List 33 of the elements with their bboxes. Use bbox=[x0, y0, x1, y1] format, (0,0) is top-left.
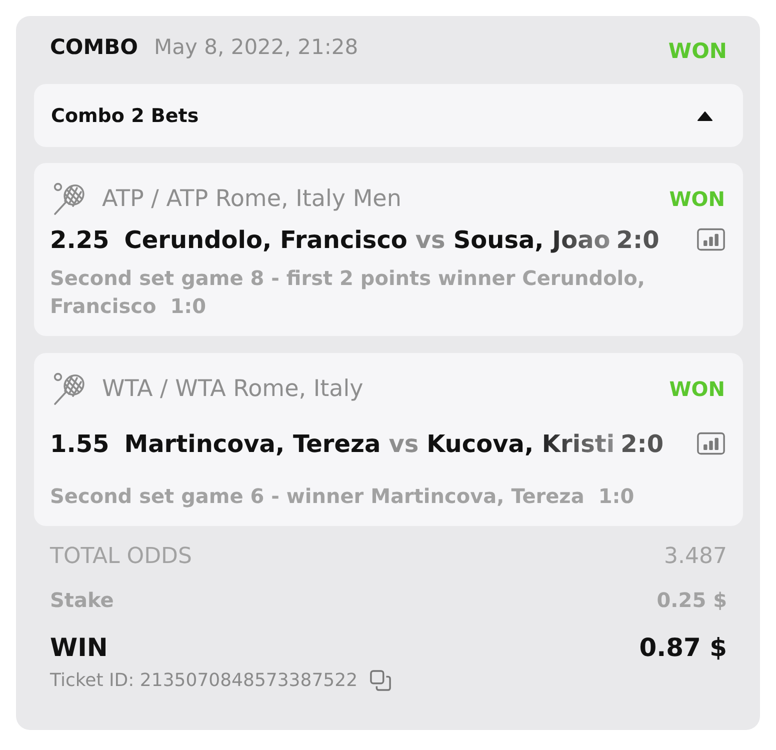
bet-odds: 1.55 bbox=[50, 430, 110, 458]
team-name: Kucova, Kristi bbox=[426, 430, 615, 458]
tennis-racket-icon bbox=[53, 372, 87, 406]
total-value: 0.87 $ bbox=[639, 632, 727, 662]
team-name: Cerundolo, Francisco bbox=[124, 226, 408, 254]
league-name: ATP / ATP Rome, Italy Men bbox=[102, 186, 402, 212]
caret-icon bbox=[697, 110, 713, 120]
match-score: 2:0 bbox=[616, 226, 660, 254]
league-name: WTA / WTA Rome, Italy bbox=[102, 376, 364, 402]
total-value: 3.487 bbox=[664, 544, 727, 568]
team-name: Sousa, Joao bbox=[453, 226, 610, 254]
bet-date: May 8, 2022, 21:28 bbox=[154, 35, 358, 59]
bet-market: Second set game 8 - first 2 points winner Cerundolo, Francisco 1:0 bbox=[50, 265, 646, 320]
bar-chart-icon[interactable] bbox=[697, 432, 725, 455]
bet-odds: 2.25 bbox=[50, 226, 110, 254]
bar-chart-icon[interactable] bbox=[697, 228, 725, 251]
total-label: WIN bbox=[50, 632, 108, 662]
bet-status: WON bbox=[668, 39, 727, 63]
bet-type-label: COMBO bbox=[50, 35, 138, 59]
total-value: 0.25 $ bbox=[656, 588, 727, 612]
tennis-racket-icon bbox=[53, 182, 87, 216]
bet-market: Second set game 6 - winner Martincova, Tereza 1:0 bbox=[50, 483, 636, 510]
match-score: 2:0 bbox=[620, 430, 664, 458]
ticket-id: Ticket ID: 2135070848573387522 bbox=[50, 670, 358, 690]
bet-status: WON bbox=[669, 377, 725, 401]
copy-icon[interactable] bbox=[370, 670, 391, 690]
total-label: Stake bbox=[50, 588, 114, 612]
versus-label: vs bbox=[388, 430, 419, 458]
combo-toggle[interactable]: Combo 2 Bets bbox=[34, 84, 743, 147]
versus-label: vs bbox=[415, 226, 446, 254]
total-label: TOTAL ODDS bbox=[50, 544, 192, 568]
bet-status: WON bbox=[669, 187, 725, 211]
team-name: Martincova, Tereza bbox=[124, 430, 381, 458]
